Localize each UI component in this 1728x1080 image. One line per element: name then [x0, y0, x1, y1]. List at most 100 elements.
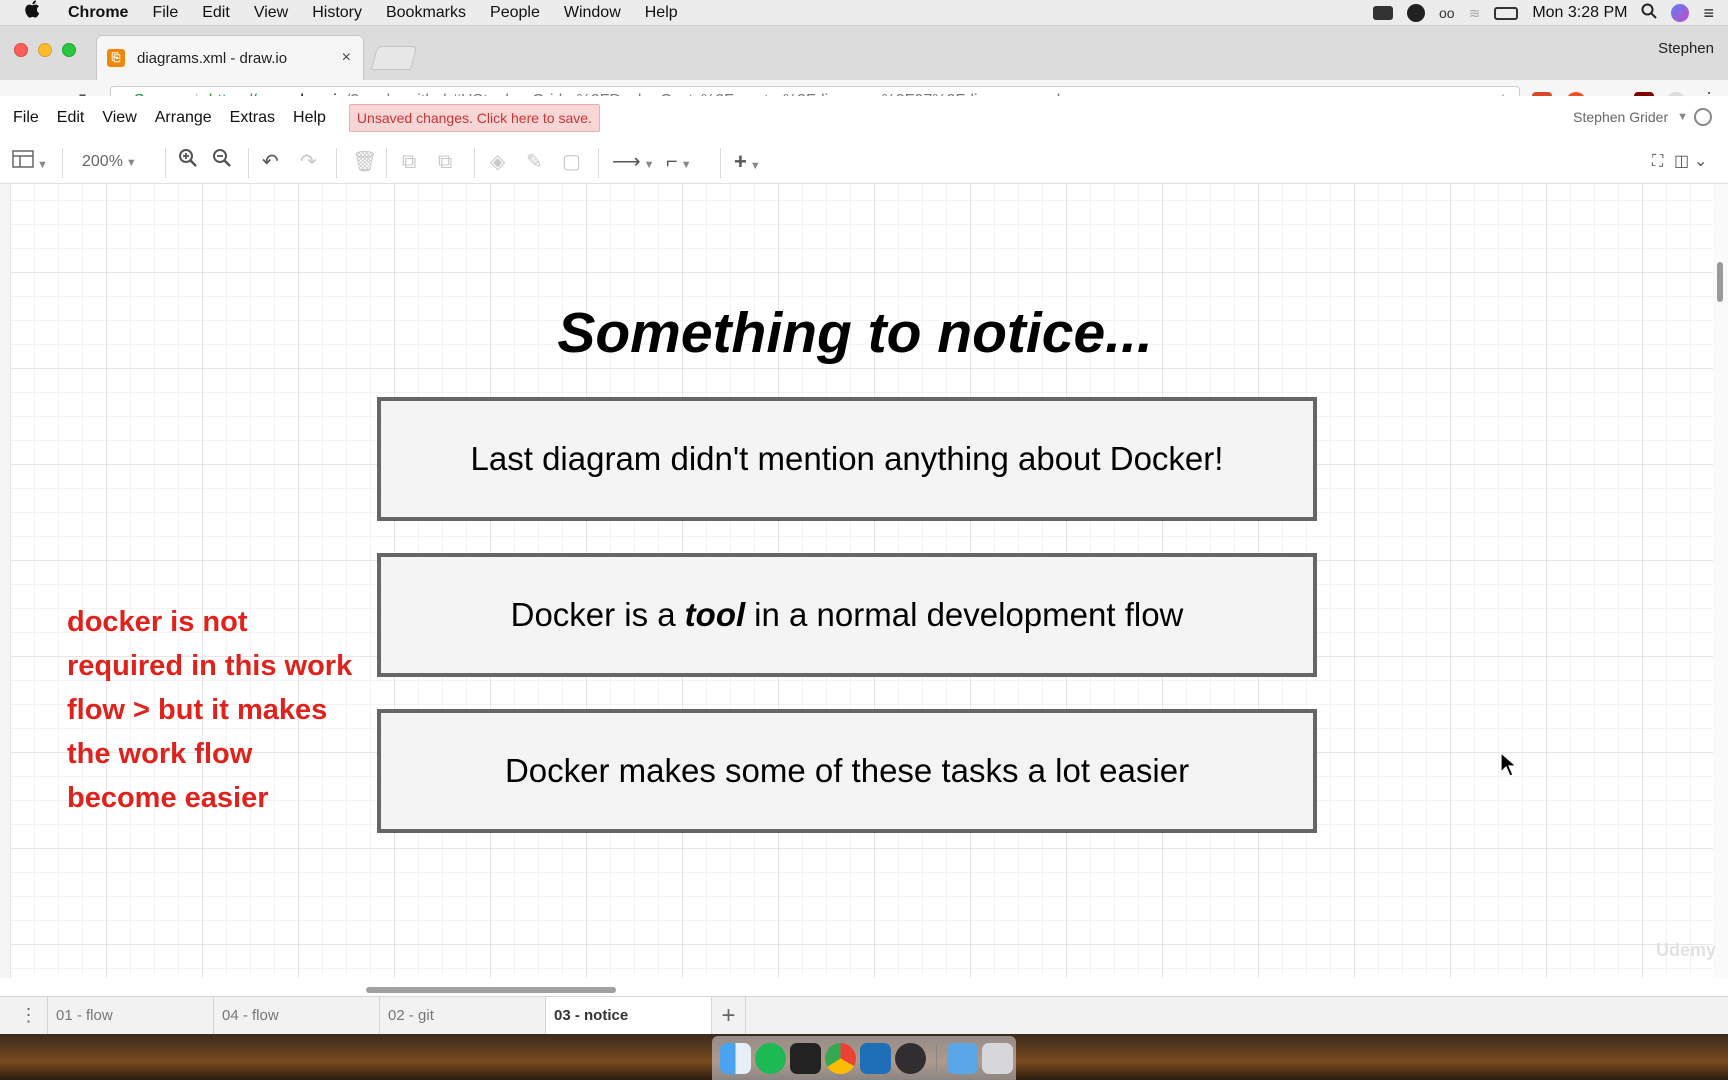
drawio-menu-view[interactable]: View [102, 109, 136, 127]
format-panel-toggle-icon[interactable]: ▼ [12, 148, 48, 176]
apple-icon[interactable] [24, 0, 46, 26]
toggle-format-panel-icon[interactable]: ◫ [1674, 148, 1689, 176]
user-menu[interactable]: Stephen Grider ▼ [1573, 108, 1712, 126]
delete-trash-icon[interactable]: 🗑︎ [352, 148, 377, 176]
close-window-button[interactable] [14, 43, 28, 57]
page-tab-02-git[interactable]: 02 - git [380, 997, 546, 1034]
toolbar-divider [720, 148, 721, 178]
shadow-icon[interactable]: ▢ [562, 148, 581, 176]
macos-dock [712, 1036, 1016, 1080]
drawio-menu-edit[interactable]: Edit [57, 109, 85, 127]
waypoints-icon[interactable]: ⌐ ▼ [666, 148, 692, 176]
menu-app-chrome[interactable]: Chrome [68, 4, 128, 22]
red-annotation-text[interactable]: docker is not required in this work flow… [67, 600, 357, 820]
toolbar-divider [336, 148, 337, 178]
diagram-box-3[interactable]: Docker makes some of these tasks a lot e… [377, 709, 1317, 833]
spotify-icon[interactable] [755, 1042, 786, 1074]
siri-icon[interactable] [1671, 4, 1690, 22]
wifi-icon[interactable]: ≋ [1469, 5, 1481, 22]
line-color-icon[interactable]: ✎ [526, 148, 543, 176]
menu-help[interactable]: Help [645, 4, 678, 22]
add-page-plus-icon[interactable]: + [712, 997, 746, 1034]
horizontal-scroll-thumb[interactable] [366, 987, 616, 993]
obs-icon[interactable] [1407, 4, 1426, 22]
maximize-window-button[interactable] [62, 43, 76, 57]
tab-close-icon[interactable]: × [342, 49, 351, 67]
zoom-out-icon[interactable] [212, 148, 232, 176]
vertical-scroll-thumb[interactable] [1717, 262, 1723, 302]
tab-strip: ⎘ diagrams.xml - draw.io × Stephen [0, 26, 1728, 80]
user-name: Stephen Grider [1573, 109, 1669, 125]
diagram-box-2[interactable]: Docker is a tool in a normal development f… [377, 553, 1317, 677]
menu-view[interactable]: View [254, 4, 288, 22]
redo-icon[interactable]: ↷ [300, 148, 317, 176]
insert-plus-icon[interactable]: + ▼ [734, 148, 761, 176]
diagram-box-2-text-before: Docker is a [510, 596, 676, 633]
zoom-select[interactable]: 200% ▼ [82, 148, 137, 176]
language-globe-icon[interactable] [1694, 108, 1712, 126]
profile-name[interactable]: Stephen [1658, 40, 1714, 57]
udemy-watermark: Udemy [1656, 940, 1717, 960]
mouse-pointer-icon [1500, 751, 1518, 778]
menu-file[interactable]: File [152, 4, 178, 22]
to-back-icon[interactable]: ⧉ [438, 148, 452, 176]
glasses-icon[interactable]: oo [1439, 5, 1455, 21]
pages-menu-icon[interactable]: ⋮ [10, 997, 48, 1034]
browser-tab-drawio[interactable]: ⎘ diagrams.xml - draw.io × [96, 35, 364, 80]
finder-icon[interactable] [720, 1042, 751, 1074]
vertical-scrollbar[interactable] [1713, 184, 1728, 978]
menu-people[interactable]: People [490, 4, 540, 22]
toolbar-divider [386, 148, 387, 178]
menubar-tray: oo ≋ Mon 3:28 PM ≡ [1373, 0, 1714, 26]
drawio-menubar: File Edit View Arrange Extras Help Unsav… [0, 96, 1728, 140]
notification-center-icon[interactable]: ≡ [1703, 3, 1714, 24]
collapse-chevron-icon[interactable]: ⌄ [1694, 148, 1707, 176]
connection-arrow-icon[interactable]: ⟶ ▼ [612, 148, 655, 176]
drawio-menu-help[interactable]: Help [293, 109, 326, 127]
unsaved-changes-button[interactable]: Unsaved changes. Click here to save. [348, 104, 600, 132]
toolbar-divider [474, 148, 475, 178]
obs-dock-icon[interactable] [895, 1042, 926, 1074]
zoom-in-icon[interactable] [178, 148, 198, 176]
page-tab-01-flow[interactable]: 01 - flow [48, 997, 214, 1034]
spotlight-search-icon[interactable] [1641, 3, 1658, 24]
page-tab-03-notice[interactable]: 03 - notice [546, 997, 712, 1034]
sidebar-collapsed-edge[interactable] [0, 184, 10, 978]
fill-color-icon[interactable]: ◈ [490, 148, 505, 176]
diagram-box-1[interactable]: Last diagram didn't mention anything abo… [377, 397, 1317, 521]
page-tabs-bar: ⋮ 01 - flow 04 - flow 02 - git 03 - noti… [0, 996, 1728, 1034]
menu-edit[interactable]: Edit [202, 4, 230, 22]
to-front-icon[interactable]: ⧉ [402, 148, 416, 176]
toolbar-divider [598, 148, 599, 178]
diagram-box-2-text-after: in a normal development flow [754, 596, 1184, 633]
docker-icon[interactable] [1373, 6, 1394, 20]
macos-menu-bar: Chrome File Edit View History Bookmarks … [0, 0, 1728, 26]
zoom-value: 200% [82, 153, 123, 170]
menu-bookmarks[interactable]: Bookmarks [386, 4, 466, 22]
drawio-menu-file[interactable]: File [13, 109, 39, 127]
drawio-favicon-icon: ⎘ [107, 49, 125, 67]
fullscreen-icon[interactable]: ⛶ [1652, 148, 1663, 176]
diagram-box-3-text: Docker makes some of these tasks a lot e… [504, 752, 1190, 789]
menu-history[interactable]: History [312, 4, 362, 22]
drawio-menu-arrange[interactable]: Arrange [155, 109, 212, 127]
downloads-folder-icon[interactable] [947, 1042, 978, 1074]
drawio-toolbar: ▼ 200% ▼ ↶ ↷ 🗑︎ ⧉ ⧉ ◈ ✎ ▢ ⟶ ▼ ⌐ ▼ + ▼ ⛶ ◫ ⌄ [0, 140, 1728, 184]
drawio-menu-extras[interactable]: Extras [230, 109, 275, 127]
page-tab-04-flow[interactable]: 04 - flow [214, 997, 380, 1034]
menu-window[interactable]: Window [564, 4, 621, 22]
terminal-icon[interactable] [790, 1042, 821, 1074]
diagram-box-2-emphasis: tool [684, 596, 746, 633]
undo-icon[interactable]: ↶ [262, 148, 279, 176]
trash-icon[interactable] [982, 1042, 1013, 1074]
vscode-icon[interactable] [860, 1042, 891, 1074]
battery-icon[interactable] [1494, 6, 1519, 20]
toolbar-divider [62, 148, 63, 178]
dock-divider [936, 1043, 937, 1073]
diagram-title[interactable]: Something to notice... [490, 300, 1220, 366]
tab-title: diagrams.xml - draw.io [137, 49, 288, 67]
new-tab-button[interactable] [370, 46, 418, 70]
chrome-icon[interactable] [825, 1042, 856, 1074]
clock[interactable]: Mon 3:28 PM [1532, 4, 1627, 22]
minimize-window-button[interactable] [38, 43, 52, 57]
